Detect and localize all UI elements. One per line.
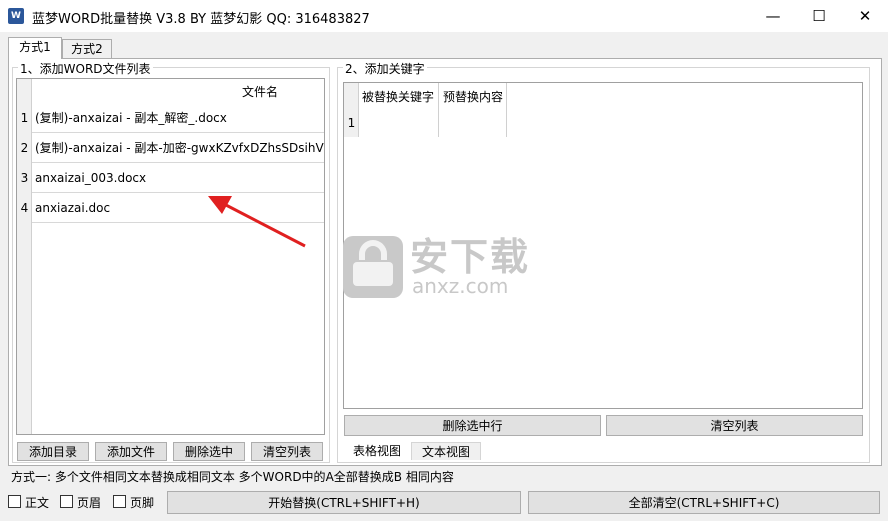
- window-title: 蓝梦WORD批量替换 V3.8 BY 蓝梦幻影 QQ: 316483827: [32, 12, 370, 27]
- watermark-shield-icon: [343, 236, 403, 298]
- row-number: 2: [20, 141, 29, 155]
- body-checkbox[interactable]: [8, 495, 21, 508]
- keyword-group-label: 2、添加关键字: [343, 60, 427, 77]
- tab-mode1[interactable]: 方式1: [8, 37, 62, 59]
- tab-mode2[interactable]: 方式2: [62, 39, 112, 58]
- watermark-url: anxz.com: [412, 274, 509, 298]
- add-file-button[interactable]: 添加文件: [95, 442, 167, 461]
- tab-text-view[interactable]: 文本视图: [411, 442, 481, 460]
- row-number: 1: [20, 111, 29, 125]
- footer-checkbox-label: 页脚: [130, 496, 155, 510]
- minimize-button[interactable]: —: [750, 0, 796, 32]
- watermark-text: 安下载: [410, 235, 531, 279]
- add-directory-button[interactable]: 添加目录: [17, 442, 89, 461]
- clear-list-button[interactable]: 清空列表: [251, 442, 323, 461]
- row-number: 4: [20, 201, 29, 215]
- maximize-button[interactable]: ☐: [796, 0, 842, 32]
- close-button[interactable]: ✕: [842, 0, 888, 32]
- start-replace-button[interactable]: 开始替换(CTRL+SHIFT+H): [167, 491, 521, 514]
- status-description: 方式一: 多个文件相同文本替换成相同文本 多个WORD中的A全部替换成B 相同内…: [11, 470, 454, 484]
- column-header-replace[interactable]: 预替换内容: [443, 88, 503, 105]
- file-row[interactable]: (复制)-anxaizai - 副本-加密-gwxKZvfxDZhsSDsihV…: [32, 133, 324, 163]
- body-checkbox-label: 正文: [25, 496, 50, 510]
- annotation-arrow: [208, 196, 306, 248]
- delete-row-button[interactable]: 删除选中行: [344, 415, 601, 436]
- header-checkbox[interactable]: [60, 495, 73, 508]
- delete-selected-button[interactable]: 删除选中: [173, 442, 245, 461]
- column-header-filename[interactable]: 文件名: [242, 83, 278, 100]
- clear-keywords-button[interactable]: 清空列表: [606, 415, 863, 436]
- file-row[interactable]: anxaizai_003.docx: [32, 163, 324, 193]
- clear-all-button[interactable]: 全部清空(CTRL+SHIFT+C): [528, 491, 880, 514]
- word-app-icon: W: [8, 8, 24, 24]
- file-list-group-label: 1、添加WORD文件列表: [18, 60, 153, 77]
- tab-table-view[interactable]: 表格视图: [343, 442, 411, 460]
- header-checkbox-label: 页眉: [77, 496, 102, 510]
- row-number: 3: [20, 171, 29, 185]
- column-header-find[interactable]: 被替换关键字: [362, 88, 434, 105]
- file-row[interactable]: (复制)-anxaizai - 副本_解密_.docx: [32, 103, 324, 133]
- row-number: 1: [347, 116, 356, 130]
- footer-checkbox[interactable]: [113, 495, 126, 508]
